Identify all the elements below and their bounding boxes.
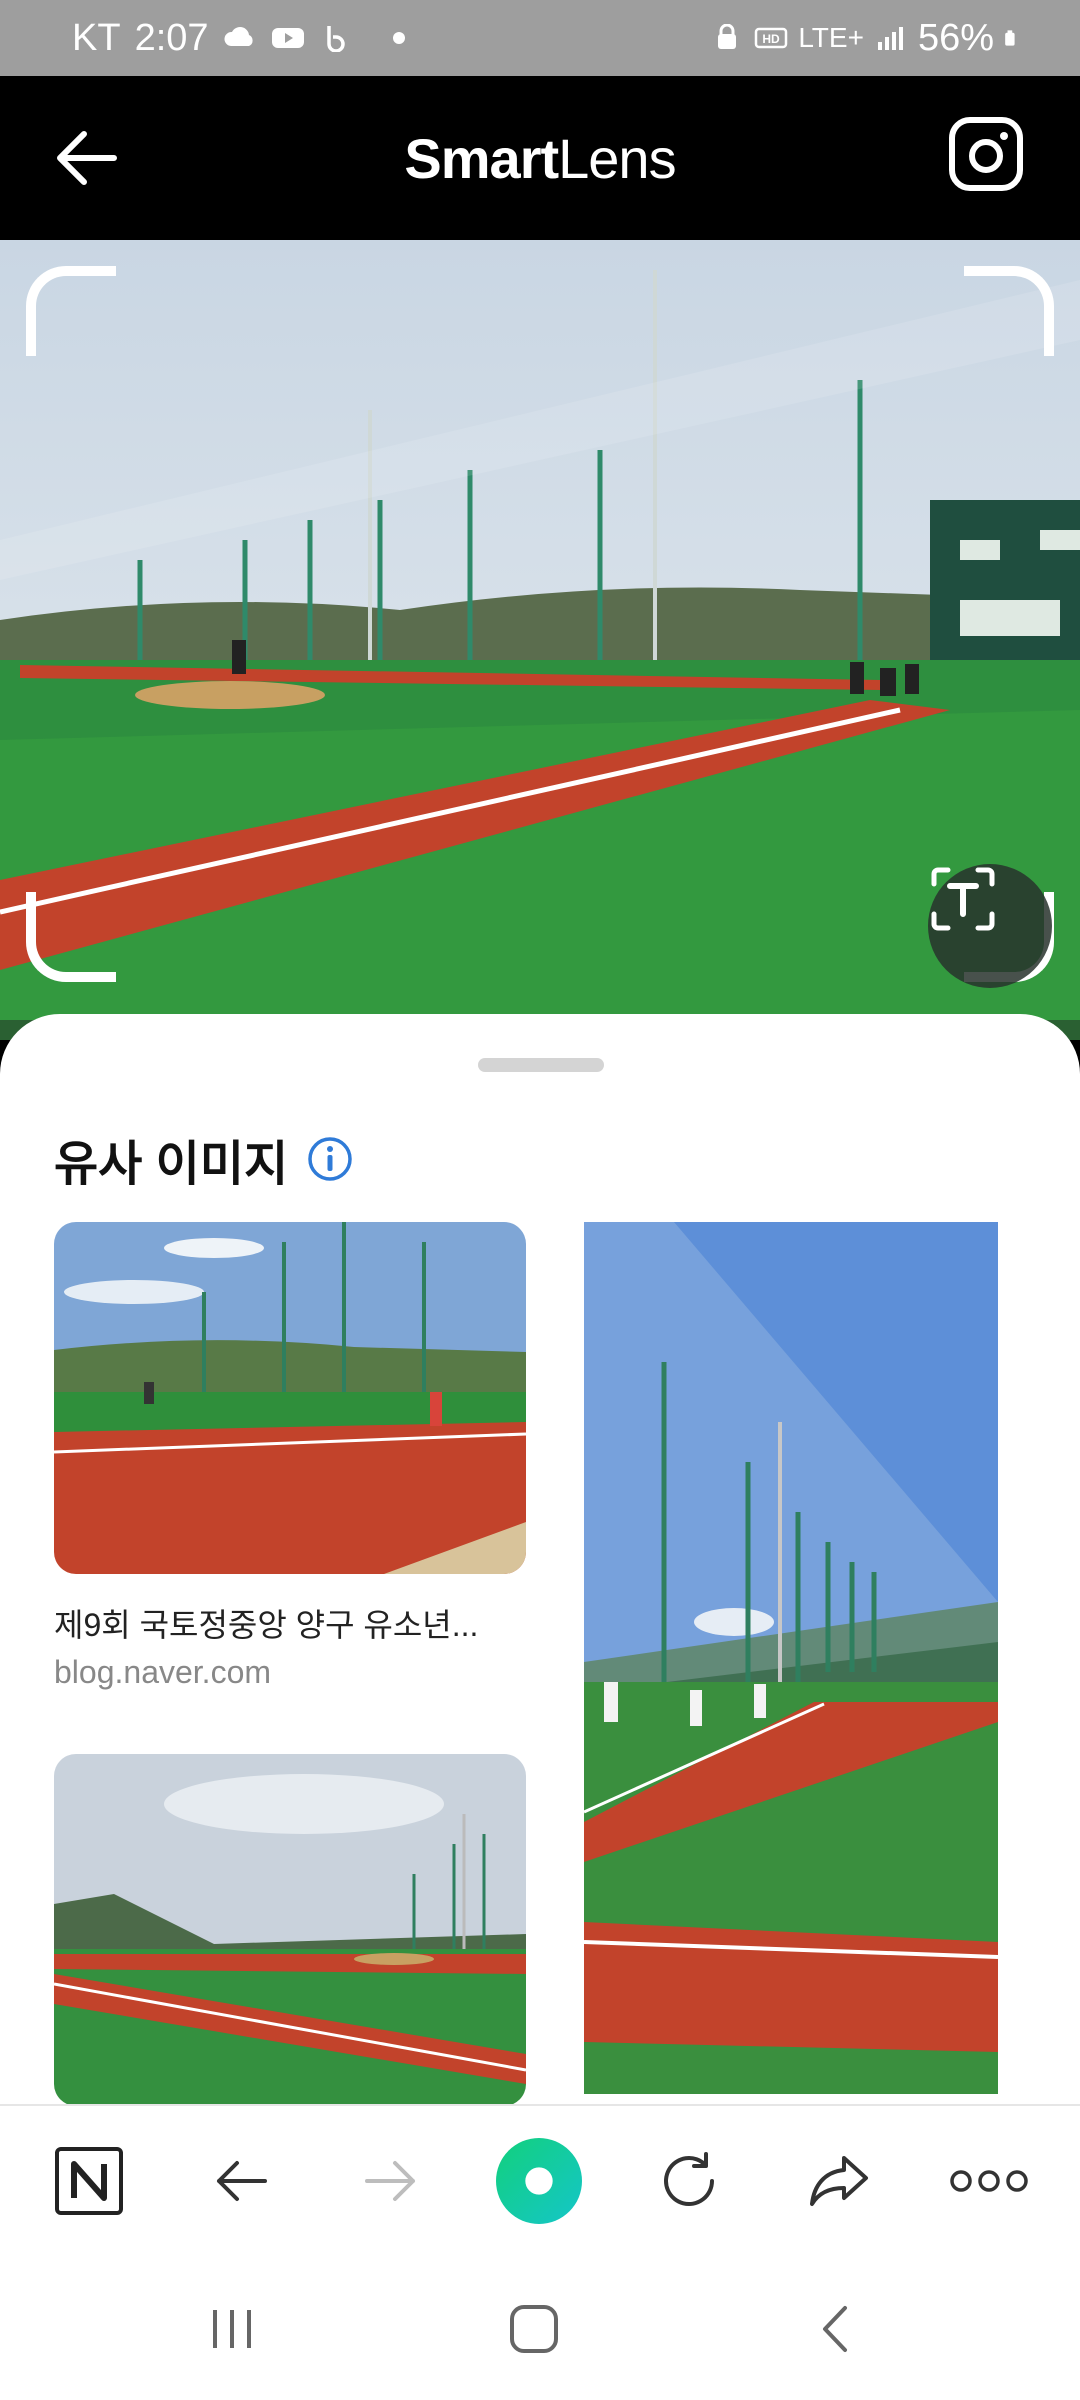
baseball-field-photo	[0, 240, 1080, 1040]
status-left: KT 2:07	[72, 17, 405, 60]
home-icon	[510, 2305, 558, 2353]
similar-images-header: 유사 이미지	[54, 1124, 354, 1194]
results-sheet: 유사 이미지 제9회 국토정중앙 양구 유소년... blog.naver.co…	[0, 1014, 1080, 2104]
refresh-button[interactable]	[646, 2138, 732, 2224]
green-dot-button[interactable]	[496, 2138, 582, 2224]
carrier-label: KT	[72, 16, 121, 59]
naver-n-icon	[55, 2147, 123, 2215]
result-source-1[interactable]: blog.naver.com	[54, 1654, 271, 1691]
battery-percent: 56%	[917, 16, 994, 59]
captured-photo	[0, 240, 1080, 1040]
nav-back-icon	[823, 2306, 847, 2352]
forward-icon	[365, 2161, 415, 2201]
app-bar: SmartLens	[0, 76, 1080, 240]
result-image-2-thumb	[584, 1222, 998, 2094]
result-image-1-thumb	[54, 1222, 526, 1574]
network-type: LTE+	[798, 22, 864, 53]
browser-back-button[interactable]	[198, 2138, 284, 2224]
status-bar: KT 2:07 HD LTE+ 56%	[0, 0, 1080, 76]
battery-icon	[1005, 30, 1015, 46]
result-caption-1[interactable]: 제9회 국토정중앙 양구 유소년...	[54, 1600, 524, 1646]
text-scan-button[interactable]	[928, 864, 1052, 988]
home-button[interactable]	[494, 2294, 574, 2364]
app-title-bold: Smart	[404, 126, 559, 190]
result-image-3-thumb	[54, 1754, 526, 2104]
cloud-icon	[224, 27, 253, 46]
share-button[interactable]	[796, 2138, 882, 2224]
sheet-drag-handle[interactable]	[478, 1058, 604, 1072]
green-dot-icon	[496, 2138, 582, 2224]
signal-icon	[877, 27, 903, 50]
status-right: HD LTE+ 56%	[710, 17, 1024, 60]
info-icon[interactable]	[306, 1135, 354, 1183]
clock: 2:07	[134, 16, 209, 59]
camera-icon[interactable]	[948, 116, 1024, 192]
recents-icon	[213, 2310, 251, 2348]
refresh-icon	[664, 2152, 714, 2207]
browser-forward-button[interactable]	[348, 2138, 434, 2224]
app-title: SmartLens	[404, 126, 676, 191]
naver-home-button[interactable]	[46, 2138, 132, 2224]
back-icon	[217, 2161, 267, 2201]
result-image-2[interactable]	[584, 1222, 998, 2094]
text-scan-icon	[931, 867, 995, 931]
vpn-lock-icon	[718, 24, 737, 49]
hd-voice-icon: HD	[755, 27, 788, 49]
result-image-3[interactable]	[54, 1754, 526, 2104]
similar-images-title: 유사 이미지	[54, 1138, 289, 1191]
result-image-1[interactable]	[54, 1222, 526, 1574]
nav-back-button[interactable]	[796, 2294, 876, 2364]
youtube-icon	[271, 28, 304, 48]
notification-dot-icon	[392, 32, 405, 44]
system-nav-bar	[0, 2254, 1080, 2400]
share-icon	[810, 2156, 868, 2206]
svg-text:HD: HD	[763, 32, 781, 46]
frame-corner-top-left	[26, 266, 116, 356]
browser-toolbar	[0, 2104, 1080, 2254]
more-icon	[950, 2170, 1028, 2192]
more-button[interactable]	[946, 2138, 1032, 2224]
back-arrow-icon[interactable]	[50, 122, 122, 194]
app-title-light: Lens	[558, 126, 676, 190]
frame-corner-bottom-left[interactable]	[26, 892, 116, 982]
frame-corner-top-right	[964, 266, 1054, 356]
recents-button[interactable]	[192, 2294, 272, 2364]
band-icon	[326, 26, 345, 52]
